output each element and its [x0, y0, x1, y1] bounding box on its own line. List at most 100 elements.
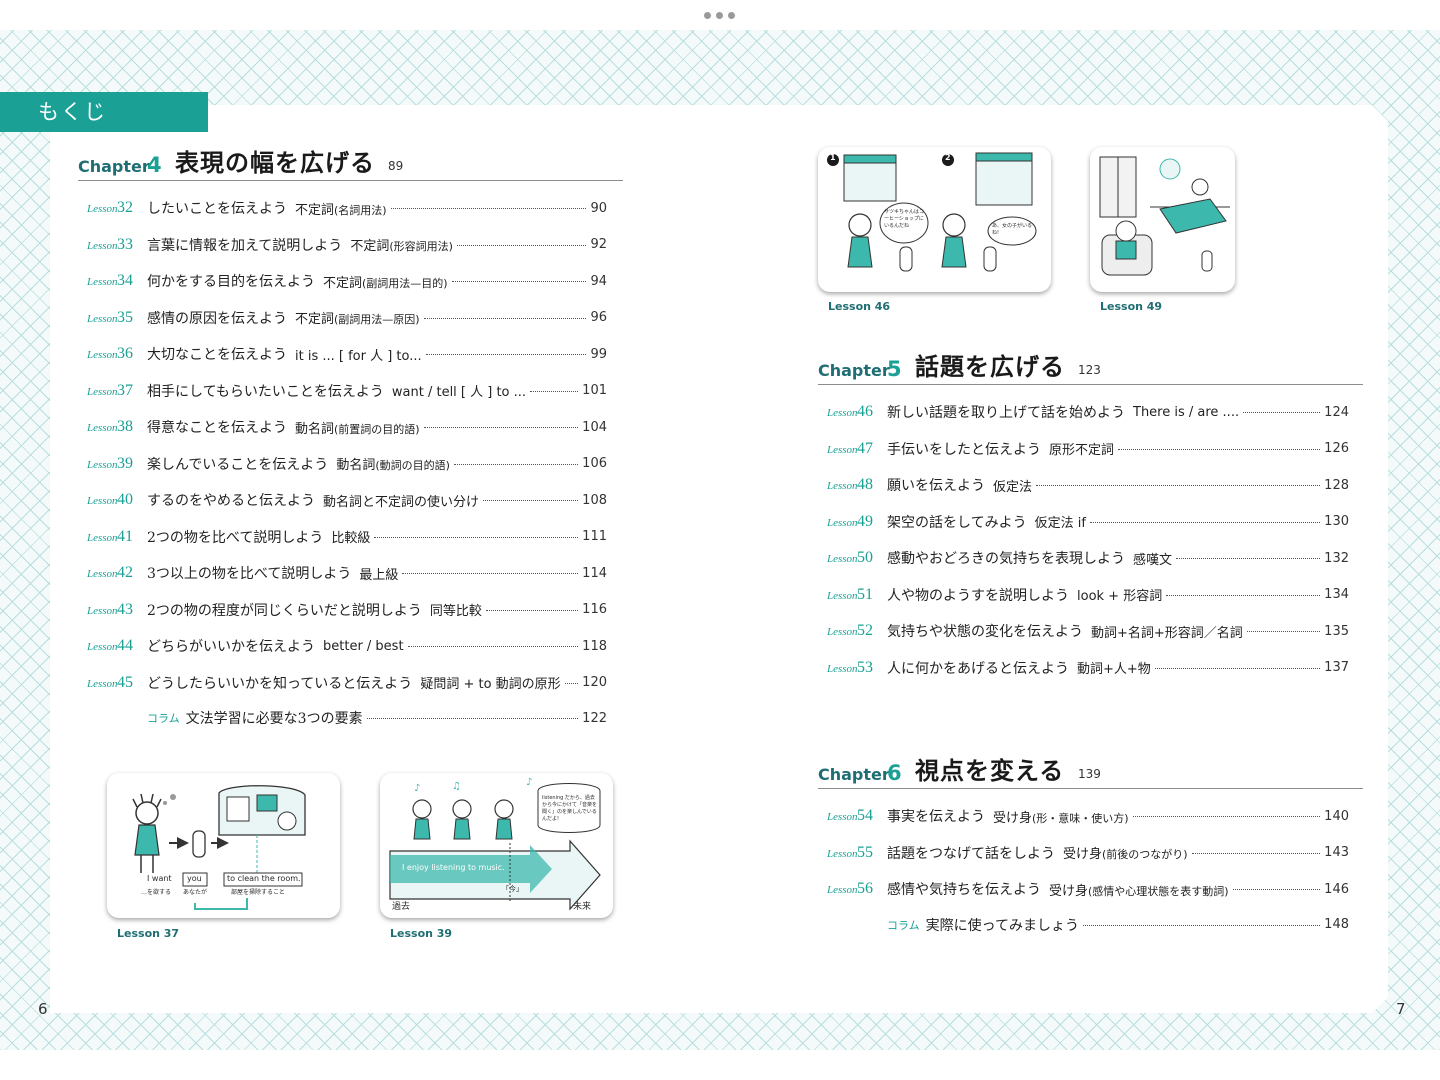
- dot-leader: [1118, 448, 1321, 450]
- page-number-right: 7: [1396, 1000, 1406, 1018]
- toc-entry-lesson-56[interactable]: Lesson 56 感情や気持ちを伝えよう 受け身(感情や心理状態を表す動詞) 146: [827, 878, 1349, 900]
- toc-entry-lesson-52[interactable]: Lesson 52 気持ちや状態の変化を伝えよう 動詞+名詞+形容詞／名詞 135: [827, 620, 1349, 642]
- l39-sentence: I enjoy listening to music.: [402, 863, 505, 872]
- lesson-word: Lesson: [827, 516, 858, 529]
- lesson-word: Lesson: [87, 312, 118, 325]
- illustration-lesson-49: [1090, 147, 1235, 292]
- grammar-name: 動名詞: [295, 421, 335, 437]
- grammar-name: 動詞+人+物: [1077, 662, 1151, 677]
- dot-leader: [1089, 521, 1321, 523]
- lesson-word: Lesson: [827, 662, 858, 675]
- toc-entry-lesson-39[interactable]: Lesson 39 楽しんでいることを伝えよう 動名詞(動詞の目的語) 106: [87, 453, 607, 475]
- grammar-topic: 受け身(前後のつながり): [1063, 843, 1188, 862]
- toc-entry-lesson-40[interactable]: Lesson 40 するのをやめると伝えよう 動名詞と不定詞の使い分け 108: [87, 489, 607, 511]
- grammar-name: 最上級: [359, 567, 399, 583]
- page-number: 135: [1324, 623, 1349, 639]
- grammar-topic: 不定詞(副詞用法—原因): [295, 308, 420, 327]
- toc-entry-lesson-35[interactable]: Lesson 35 感情の原因を伝えよう 不定詞(副詞用法—原因) 96: [87, 307, 607, 329]
- lesson-number: Lesson 33: [87, 236, 147, 254]
- lesson-num: 49: [857, 512, 873, 530]
- svg-text:♪: ♪: [526, 777, 532, 788]
- lesson-number: Lesson 37: [87, 382, 147, 400]
- lesson-title: 感動やおどろきの気持ちを表現しよう: [887, 551, 1125, 567]
- lesson-num: 35: [117, 308, 133, 326]
- lesson-num: 43: [117, 600, 133, 618]
- grammar-name: 受け身: [1049, 883, 1089, 899]
- l37-you: you: [187, 874, 202, 883]
- page-number: 99: [590, 346, 607, 362]
- toc-entry-lesson-45[interactable]: Lesson 45 どうしたらいいかを知っていると伝えよう 疑問詞 + to 動詞の原…: [87, 672, 607, 694]
- grammar-name: want / tell [ 人 ] to ...: [391, 385, 527, 400]
- lesson-title: 得意なことを伝えよう: [147, 420, 287, 436]
- lesson-num: 42: [117, 564, 133, 581]
- page-number: 120: [582, 675, 607, 690]
- illustration-lesson-37: I want you to clean the room. …を欲する あなたが…: [107, 773, 340, 918]
- toc-entry-lesson-46[interactable]: Lesson 46 新しい話題を取り上げて話を始めよう There is / are …: [827, 401, 1349, 423]
- lesson-title: 感情の原因を伝えよう: [147, 310, 287, 327]
- l37-sub2: あなたが: [183, 889, 208, 896]
- toc-entry-lesson-41[interactable]: Lesson 41 2つの物を比べて説明しよう 比較級 111: [87, 526, 607, 548]
- page-number: 94: [590, 273, 607, 289]
- page-indicator[interactable]: [704, 12, 735, 19]
- lesson-num: 46: [857, 403, 873, 420]
- grammar-topic: 原形不定詞: [1049, 439, 1114, 458]
- toc-entry-lesson-36[interactable]: Lesson 36 大切なことを伝えよう it is ... [ for 人 ] to…: [87, 343, 607, 365]
- l37-i-want: I want: [147, 874, 172, 883]
- page-number: 90: [590, 200, 607, 216]
- lesson-title: 話題をつなげて話をしよう: [887, 845, 1055, 862]
- lesson-title: 2つの物の程度が同じくらいだと説明しよう: [147, 602, 422, 619]
- toc-entry-lesson-54[interactable]: Lesson 54 事実を伝えよう 受け身(形・意味・使い方) 140: [827, 805, 1349, 827]
- grammar-topic: 動名詞(前置詞の目的語): [295, 418, 420, 437]
- lesson-number: Lesson 54: [827, 807, 887, 825]
- toc-entry-lesson-48[interactable]: Lesson 48 願いを伝えよう 仮定法 128: [827, 474, 1349, 496]
- grammar-note: (副詞用法—目的): [362, 276, 448, 290]
- l46-bubble-1: サツキちゃんはコーヒーショップにいるんだね: [884, 209, 925, 229]
- lesson-title: 事実を伝えよう: [887, 809, 985, 825]
- toc-entry-lesson-38[interactable]: Lesson 38 得意なことを伝えよう 動名詞(前置詞の目的語) 104: [87, 416, 607, 438]
- toc-entry-lesson-43[interactable]: Lesson 43 2つの物の程度が同じくらいだと説明しよう 同等比較 116: [87, 599, 607, 621]
- lesson-number: Lesson 50: [827, 549, 887, 567]
- grammar-note: (前後のつながり): [1102, 848, 1188, 861]
- page-number: 130: [1324, 514, 1349, 529]
- lesson-number: Lesson 39: [87, 455, 147, 473]
- lesson-num: 50: [857, 549, 873, 566]
- grammar-name: 仮定法: [993, 479, 1033, 495]
- page-number: 92: [590, 237, 607, 252]
- page-number: 146: [1324, 881, 1349, 897]
- caption-lesson-49: Lesson 49: [1100, 300, 1163, 313]
- toc-entry-column[interactable]: コラム 文法学習に必要な3つの要素 122: [147, 707, 607, 729]
- svg-text:♫: ♫: [452, 781, 461, 792]
- toc-entry-lesson-50[interactable]: Lesson 50 感動やおどろきの気持ちを表現しよう 感嘆文 132: [827, 547, 1349, 569]
- toc-entry-lesson-32[interactable]: Lesson 32 したいことを伝えよう 不定詞(名詞用法) 90: [87, 197, 607, 219]
- toc-entry-lesson-47[interactable]: Lesson 47 手伝いをしたと伝えよう 原形不定詞 126: [827, 438, 1349, 460]
- l37-sub1: …を欲する: [141, 889, 172, 896]
- toc-entry-lesson-53[interactable]: Lesson 53 人に何かをあげると伝えよう 動詞+人+物 137: [827, 657, 1349, 679]
- toc-entry-lesson-37[interactable]: Lesson 37 相手にしてもらいたいことを伝えよう want / tell [ 人…: [87, 380, 607, 402]
- grammar-name: 原形不定詞: [1049, 443, 1115, 458]
- toc-entry-lesson-55[interactable]: Lesson 55 話題をつなげて話をしよう 受け身(前後のつながり) 143: [827, 842, 1349, 864]
- chapter-title: 表現の幅を広げる: [175, 149, 375, 177]
- dot-leader: [453, 463, 579, 465]
- grammar-topic: 感嘆文: [1133, 549, 1172, 568]
- toc-entry-lesson-44[interactable]: Lesson 44 どちらがいいかを伝えよう better / best 118: [87, 635, 607, 657]
- lesson-title: 手伝いをしたと伝えよう: [887, 441, 1041, 458]
- chapter-label: Chapter: [818, 765, 890, 784]
- chapter-label: Chapter: [818, 361, 890, 380]
- lesson-num: 52: [857, 622, 873, 639]
- page-number: 114: [582, 565, 607, 581]
- toc-entry-lesson-49[interactable]: Lesson 49 架空の話をしてみよう 仮定法 if 130: [827, 511, 1349, 533]
- lesson-num: 37: [117, 381, 133, 399]
- grammar-topic: There is / are ....: [1133, 405, 1239, 420]
- toc-entry-lesson-33[interactable]: Lesson 33 言葉に情報を加えて説明しよう 不定詞(形容詞用法) 92: [87, 234, 607, 256]
- grammar-topic: 比較級: [331, 527, 370, 546]
- lesson-number: Lesson 34: [87, 272, 147, 290]
- toc-entry-column[interactable]: コラム 実際に使ってみましょう 148: [887, 914, 1349, 936]
- toc-entry-lesson-34[interactable]: Lesson 34 何かをする目的を伝えよう 不定詞(副詞用法—目的) 94: [87, 270, 607, 292]
- toc-entry-lesson-51[interactable]: Lesson 51 人や物のようすを説明しよう look + 形容詞 134: [827, 584, 1349, 606]
- lesson-word: Lesson: [87, 531, 118, 544]
- page-number: 118: [582, 638, 607, 654]
- grammar-note: (前置詞の目的語): [334, 422, 420, 436]
- grammar-name: 同等比較: [429, 604, 482, 619]
- toc-entry-lesson-42[interactable]: Lesson 42 3つ以上の物を比べて説明しよう 最上級 114: [87, 562, 607, 584]
- lesson-word: Lesson: [87, 203, 118, 215]
